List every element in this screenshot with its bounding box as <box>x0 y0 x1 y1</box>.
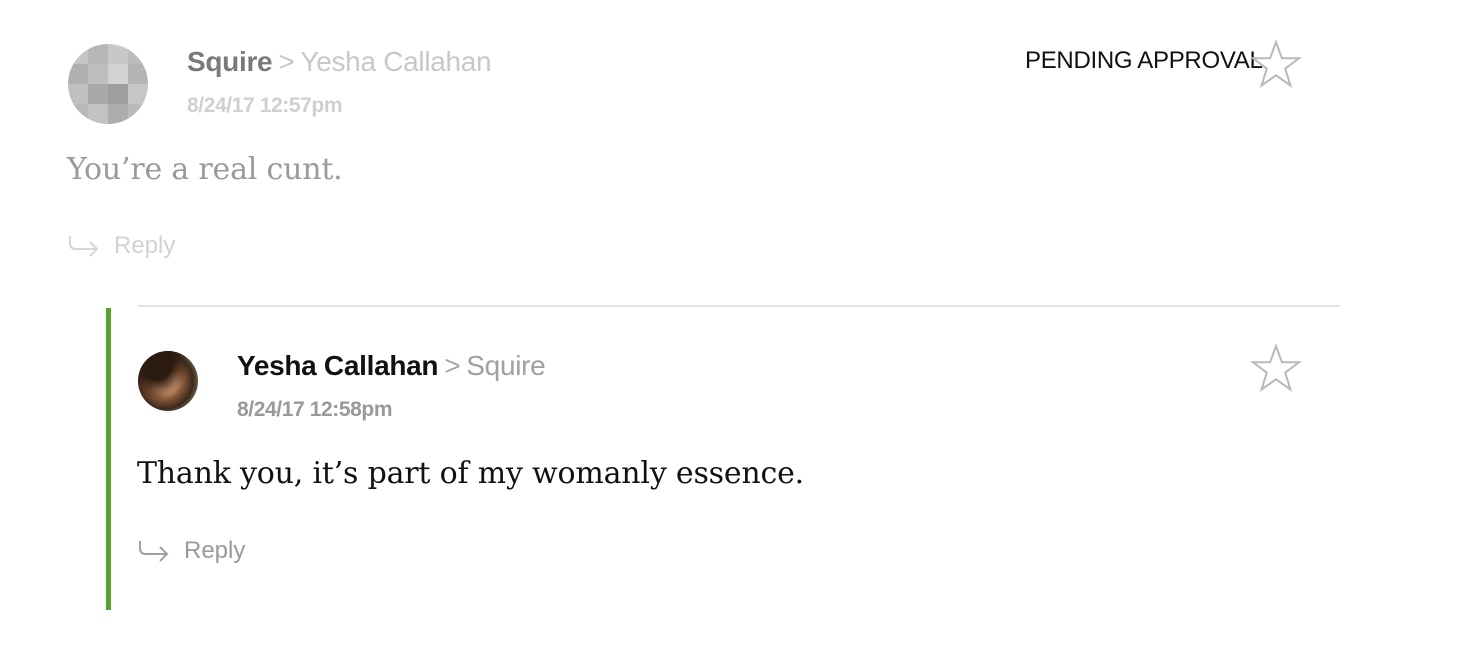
comment-body: You’re a real cunt. <box>67 152 343 187</box>
comment-body: Thank you, it’s part of my womanly essen… <box>137 456 805 491</box>
pending-approval-badge: PENDING APPROVAL <box>1025 47 1263 74</box>
author-line: Yesha Callahan > Squire <box>237 350 546 382</box>
star-icon[interactable] <box>1251 344 1301 392</box>
reply-button[interactable]: Reply <box>68 232 175 260</box>
avatar-photo <box>138 351 198 411</box>
reply-button[interactable]: Reply <box>138 537 245 565</box>
thread-divider <box>138 305 1340 307</box>
author-name[interactable]: Squire <box>187 46 273 77</box>
reply-label: Reply <box>114 232 176 259</box>
reply-to-separator: > <box>444 350 461 381</box>
author-line: Squire > Yesha Callahan <box>187 46 492 78</box>
reply-to-separator: > <box>278 46 295 77</box>
reply-arrow-icon <box>69 236 99 257</box>
reply-arrow-icon <box>139 541 169 562</box>
star-icon[interactable] <box>1251 40 1301 88</box>
author-name[interactable]: Yesha Callahan <box>237 350 439 381</box>
recipient-name[interactable]: Yesha Callahan <box>300 46 491 77</box>
recipient-name[interactable]: Squire <box>466 350 545 381</box>
avatar[interactable] <box>138 351 198 411</box>
thread-accent-bar <box>106 308 111 610</box>
reply-label: Reply <box>184 537 246 564</box>
timestamp[interactable]: 8/24/17 12:58pm <box>237 398 393 422</box>
avatar[interactable] <box>68 44 148 124</box>
timestamp[interactable]: 8/24/17 12:57pm <box>187 94 343 118</box>
